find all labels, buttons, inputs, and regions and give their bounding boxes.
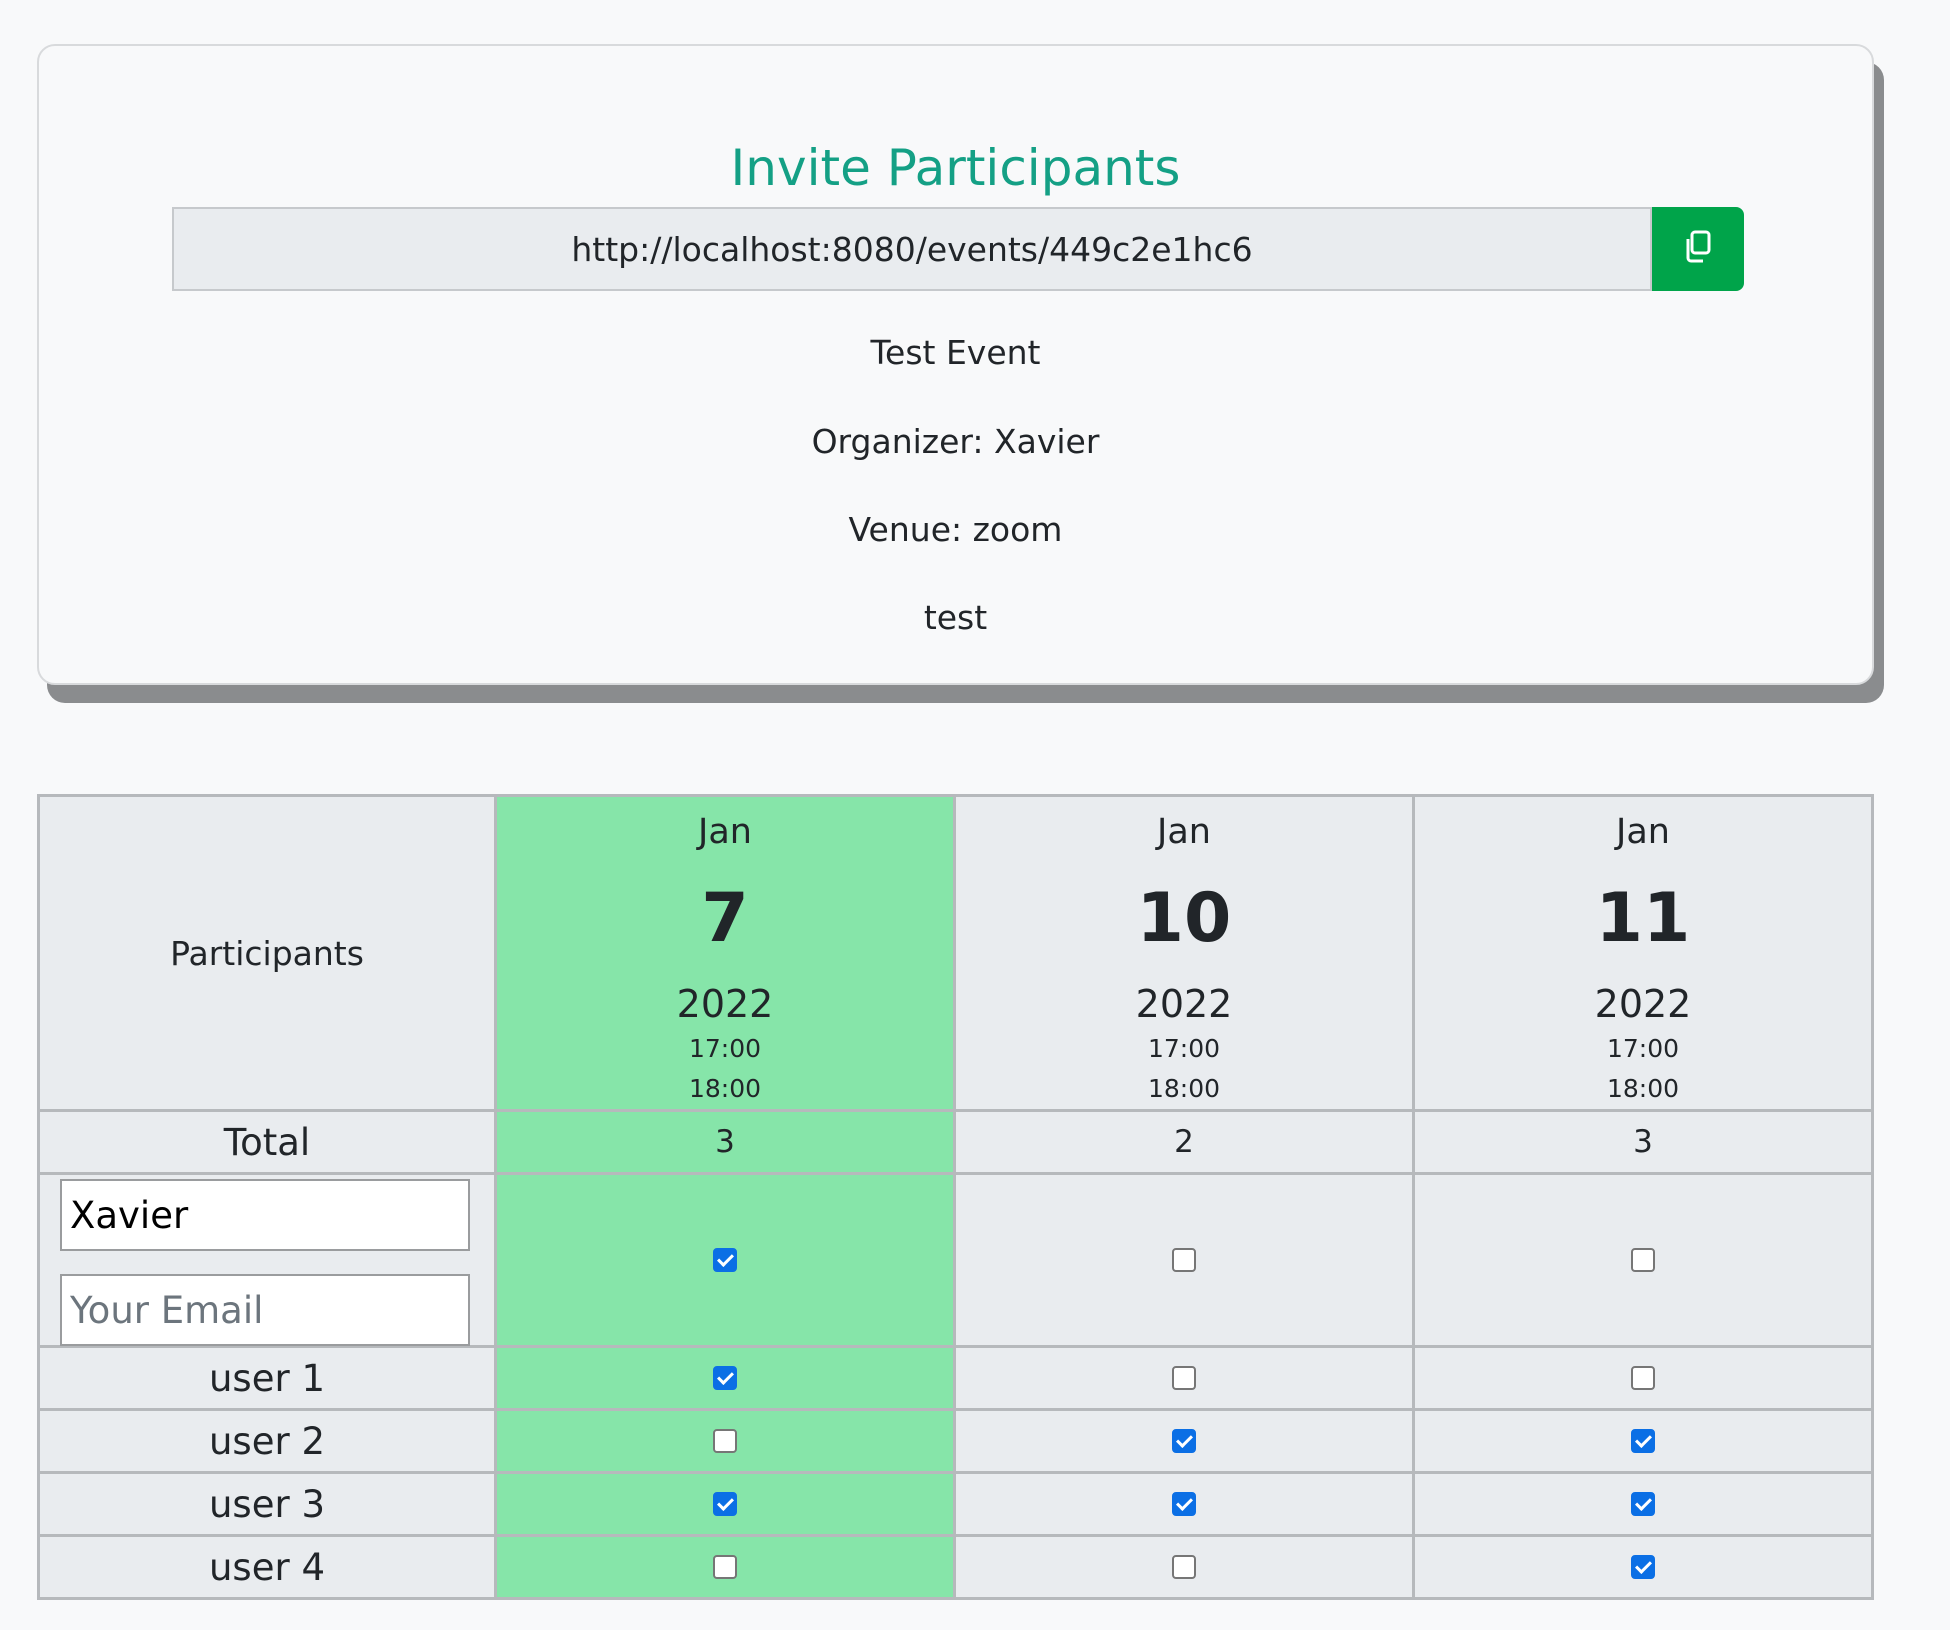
invite-link-input[interactable] (172, 207, 1652, 291)
event-organizer: Organizer: Xavier (811, 422, 1100, 461)
date-start-time: 17:00 (1147, 1034, 1221, 1063)
availability-cell (953, 1408, 1415, 1474)
date-column-header[interactable]: Jan 11 2022 17:00 18:00 (1412, 794, 1874, 1112)
total-row: Total 3 2 3 (37, 1109, 1874, 1175)
availability-checkbox[interactable] (1631, 1366, 1655, 1390)
date-start-time: 17:00 (688, 1034, 762, 1063)
availability-cell (494, 1471, 956, 1537)
availability-cell (1412, 1534, 1874, 1600)
availability-checkbox[interactable] (1172, 1555, 1196, 1579)
availability-checkbox[interactable] (1631, 1492, 1655, 1516)
invite-card: Invite Participants Test Event Organizer… (37, 44, 1874, 685)
availability-checkbox[interactable] (713, 1429, 737, 1453)
availability-cell (1412, 1471, 1874, 1537)
availability-checkbox[interactable] (713, 1492, 737, 1516)
participant-name: user 3 (37, 1471, 497, 1537)
participant-row: user 3 (37, 1471, 1874, 1537)
invite-title: Invite Participants (730, 139, 1181, 197)
participant-row: user 1 (37, 1345, 1874, 1411)
participant-name: user 1 (37, 1345, 497, 1411)
availability-cell (494, 1172, 956, 1348)
availability-checkbox[interactable] (1631, 1429, 1655, 1453)
availability-cell (1412, 1172, 1874, 1348)
date-month: Jan (1157, 812, 1211, 852)
date-end-time: 18:00 (1147, 1074, 1221, 1103)
availability-checkbox[interactable] (713, 1248, 737, 1272)
date-end-time: 18:00 (688, 1074, 762, 1103)
participants-header: Participants (37, 794, 497, 1112)
availability-checkbox[interactable] (1631, 1248, 1655, 1272)
availability-checkbox[interactable] (1172, 1366, 1196, 1390)
date-year: 2022 (1594, 982, 1692, 1026)
availability-cell (494, 1534, 956, 1600)
event-description: test (923, 598, 988, 637)
date-day: 7 (701, 879, 749, 958)
invite-link-group (172, 207, 1744, 291)
date-end-time: 18:00 (1606, 1074, 1680, 1103)
participant-row: user 4 (37, 1534, 1874, 1600)
availability-table: Participants Jan 7 2022 17:00 18:00 Jan … (37, 794, 1874, 1600)
date-month: Jan (1616, 812, 1670, 852)
date-day: 10 (1136, 879, 1232, 958)
availability-checkbox[interactable] (1172, 1492, 1196, 1516)
availability-checkbox[interactable] (713, 1555, 737, 1579)
availability-cell (953, 1172, 1415, 1348)
name-input[interactable] (60, 1179, 470, 1251)
availability-cell (953, 1471, 1415, 1537)
total-count: 3 (1412, 1109, 1874, 1175)
participant-name: user 4 (37, 1534, 497, 1600)
total-count: 3 (494, 1109, 956, 1175)
date-year: 2022 (676, 982, 774, 1026)
my-availability-row (37, 1172, 1874, 1348)
participant-row: user 2 (37, 1408, 1874, 1474)
availability-cell (1412, 1408, 1874, 1474)
availability-cell (494, 1408, 956, 1474)
total-label: Total (37, 1109, 497, 1175)
participant-name: user 2 (37, 1408, 497, 1474)
date-month: Jan (698, 812, 752, 852)
event-name: Test Event (870, 333, 1041, 372)
event-venue: Venue: zoom (848, 510, 1063, 549)
availability-cell (494, 1345, 956, 1411)
date-year: 2022 (1135, 982, 1233, 1026)
availability-checkbox[interactable] (1631, 1555, 1655, 1579)
date-column-header[interactable]: Jan 7 2022 17:00 18:00 (494, 794, 956, 1112)
availability-cell (953, 1345, 1415, 1411)
my-details-cell (37, 1172, 497, 1348)
availability-cell (953, 1534, 1415, 1600)
date-column-header[interactable]: Jan 10 2022 17:00 18:00 (953, 794, 1415, 1112)
availability-cell (1412, 1345, 1874, 1411)
availability-checkbox[interactable] (1172, 1248, 1196, 1272)
copy-icon (1683, 230, 1713, 268)
date-day: 11 (1595, 879, 1691, 958)
email-input[interactable] (60, 1274, 470, 1346)
date-start-time: 17:00 (1606, 1034, 1680, 1063)
availability-checkbox[interactable] (713, 1366, 737, 1390)
date-header-row: Participants Jan 7 2022 17:00 18:00 Jan … (37, 794, 1874, 1112)
total-count: 2 (953, 1109, 1415, 1175)
copy-link-button[interactable] (1652, 207, 1744, 291)
availability-checkbox[interactable] (1172, 1429, 1196, 1453)
